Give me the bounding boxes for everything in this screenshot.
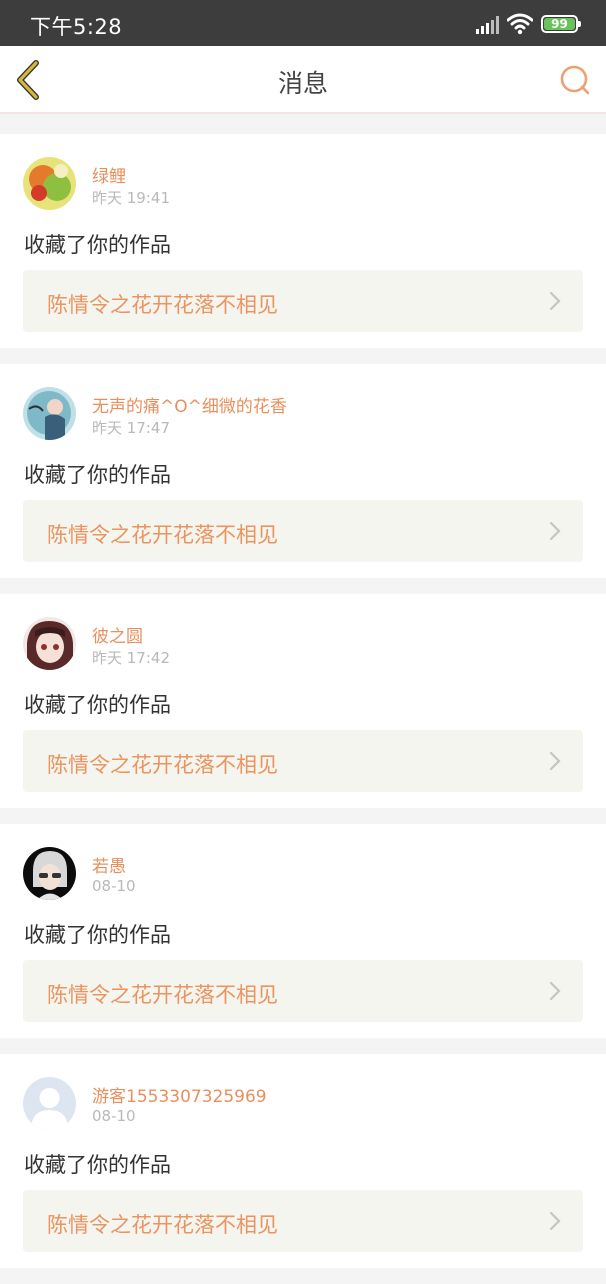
wifi-icon — [507, 13, 533, 35]
work-link[interactable]: 陈情令之花开花落不相见 — [23, 500, 583, 562]
message-time: 昨天 17:42 — [92, 649, 170, 667]
message-time: 08-10 — [92, 1107, 136, 1125]
message-action: 收藏了你的作品 — [24, 1153, 171, 1177]
message-card: 绿鲤 昨天 19:41 收藏了你的作品 陈情令之花开花落不相见 — [0, 134, 606, 348]
chevron-right-icon — [549, 521, 561, 541]
avatar[interactable] — [23, 847, 76, 900]
work-link[interactable]: 陈情令之花开花落不相见 — [23, 960, 583, 1022]
status-bar: 下午5:28 99 — [0, 0, 606, 46]
work-title: 陈情令之花开花落不相见 — [47, 293, 278, 317]
message-time: 08-10 — [92, 877, 136, 895]
username[interactable]: 彼之圆 — [92, 622, 143, 647]
message-time: 昨天 17:47 — [92, 419, 170, 437]
work-title: 陈情令之花开花落不相见 — [47, 753, 278, 777]
work-link[interactable]: 陈情令之花开花落不相见 — [23, 1190, 583, 1252]
username[interactable]: 无声的痛^O^细微的花香 — [92, 392, 287, 417]
signal-icon — [476, 16, 499, 34]
battery-icon: 99 — [541, 15, 581, 33]
work-link[interactable]: 陈情令之花开花落不相见 — [23, 270, 583, 332]
message-action: 收藏了你的作品 — [24, 463, 171, 487]
avatar[interactable] — [23, 387, 76, 440]
chevron-right-icon — [549, 751, 561, 771]
work-title: 陈情令之花开花落不相见 — [47, 1213, 278, 1237]
work-link[interactable]: 陈情令之花开花落不相见 — [23, 730, 583, 792]
message-list: 绿鲤 昨天 19:41 收藏了你的作品 陈情令之花开花落不相见 无声的痛^O^细… — [0, 134, 606, 1284]
username[interactable]: 若愚 — [92, 852, 126, 877]
message-card: 彼之圆 昨天 17:42 收藏了你的作品 陈情令之花开花落不相见 — [0, 594, 606, 808]
username[interactable]: 游客1553307325969 — [92, 1082, 267, 1107]
avatar[interactable] — [23, 157, 76, 210]
message-time: 昨天 19:41 — [92, 189, 170, 207]
message-action: 收藏了你的作品 — [24, 693, 171, 717]
chevron-right-icon — [549, 981, 561, 1001]
avatar[interactable] — [23, 617, 76, 670]
battery-level: 99 — [544, 18, 575, 30]
status-time: 下午5:28 — [30, 15, 123, 39]
work-title: 陈情令之花开花落不相见 — [47, 523, 278, 547]
search-icon[interactable] — [558, 64, 592, 96]
username[interactable]: 绿鲤 — [92, 162, 126, 187]
message-card: 无声的痛^O^细微的花香 昨天 17:47 收藏了你的作品 陈情令之花开花落不相… — [0, 364, 606, 578]
message-action: 收藏了你的作品 — [24, 233, 171, 257]
chevron-right-icon — [549, 291, 561, 311]
avatar[interactable] — [23, 1077, 76, 1130]
message-card: 若愚 08-10 收藏了你的作品 陈情令之花开花落不相见 — [0, 824, 606, 1038]
page-title: 消息 — [277, 69, 328, 98]
nav-bar: 消息 — [0, 46, 606, 114]
chevron-right-icon — [549, 1211, 561, 1231]
work-title: 陈情令之花开花落不相见 — [47, 983, 278, 1007]
message-action: 收藏了你的作品 — [24, 923, 171, 947]
message-card: 游客1553307325969 08-10 收藏了你的作品 陈情令之花开花落不相… — [0, 1054, 606, 1268]
